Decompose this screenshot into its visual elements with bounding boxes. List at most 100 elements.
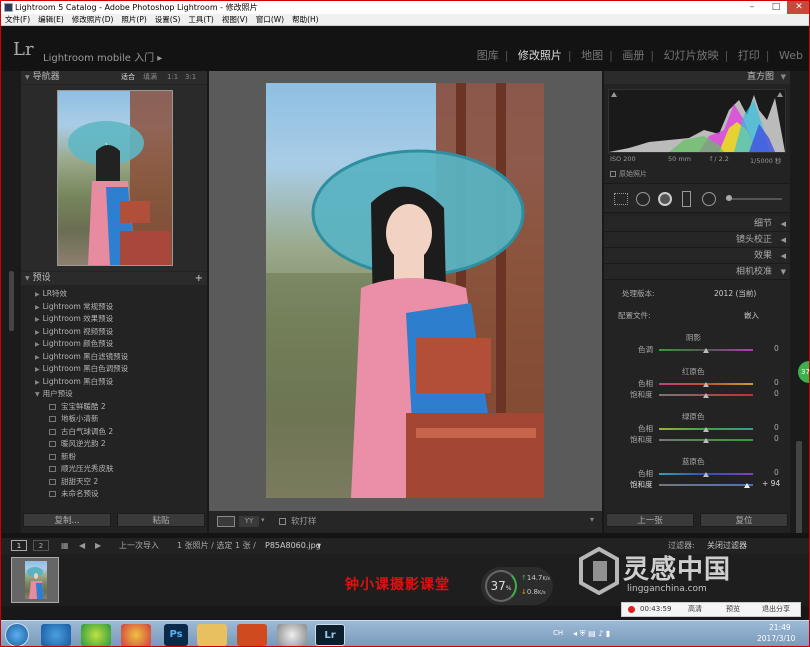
close-button[interactable]: ✕ — [787, 1, 809, 14]
original-photo-toggle[interactable]: 原始照片 — [610, 169, 647, 179]
grid-view-icon[interactable]: ▦ — [61, 538, 69, 554]
zoom-1-1[interactable]: 1:1 — [167, 71, 178, 84]
browser-taskbar-icon[interactable] — [121, 624, 151, 646]
module-develop[interactable]: 修改照片 — [518, 49, 562, 62]
user-preset[interactable]: 未命名预设 — [25, 488, 203, 501]
blue-hue-value[interactable]: 0 — [774, 468, 779, 477]
tray-arrow-icon[interactable]: ◂ — [573, 629, 577, 638]
navigator-header[interactable]: ▼ 导航器 适合 填满 1:1 3:1 — [21, 71, 207, 84]
user-preset[interactable]: 甜甜天空 2 — [25, 476, 203, 489]
ie-taskbar-icon[interactable] — [41, 624, 71, 646]
softproof-checkbox[interactable] — [279, 518, 286, 525]
forward-arrow-icon[interactable]: ▶ — [95, 538, 101, 554]
red-eye-icon[interactable] — [658, 192, 672, 206]
graduated-filter-icon[interactable] — [682, 191, 691, 207]
preset-folder[interactable]: ▶ LR特效 — [25, 288, 203, 301]
source-label[interactable]: 上一次导入 — [119, 538, 159, 554]
add-preset-icon[interactable]: + — [195, 272, 203, 285]
adjustment-brush-slider[interactable] — [726, 198, 782, 200]
tray-volume-icon[interactable]: ♪ — [598, 629, 603, 638]
zoom-3-1[interactable]: 3:1 — [185, 71, 196, 84]
start-button[interactable] — [5, 623, 29, 646]
green-hue-thumb[interactable] — [703, 427, 709, 432]
display-1-button[interactable]: 1 — [11, 540, 27, 551]
minimize-button[interactable]: – — [741, 1, 763, 14]
preset-folder[interactable]: ▶ Lightroom 颜色预设 — [25, 338, 203, 351]
preset-folder[interactable]: ▶ Lightroom 视频预设 — [25, 326, 203, 339]
menu-view[interactable]: 视图(V) — [218, 14, 252, 26]
histogram[interactable] — [608, 89, 786, 153]
maximize-button[interactable]: □ — [765, 1, 787, 14]
user-preset[interactable]: 暖风逆光韵 2 — [25, 438, 203, 451]
highlight-clipping-icon[interactable] — [777, 92, 783, 97]
display-2-button[interactable]: 2 — [33, 540, 49, 551]
system-monitor-widget[interactable]: 37% ↑14.7K/s ↓0.8K/s — [481, 567, 553, 605]
menu-photo[interactable]: 照片(P) — [117, 14, 150, 26]
preset-folder[interactable]: ▶ Lightroom 常规预设 — [25, 301, 203, 314]
toolbar-menu-icon[interactable]: ▾ — [590, 515, 594, 524]
powerpoint-taskbar-icon[interactable] — [237, 624, 267, 646]
red-hue-thumb[interactable] — [703, 382, 709, 387]
tray-security-icon[interactable]: ⛨ — [580, 629, 586, 638]
user-preset[interactable]: 顺光压光秀皮肤 — [25, 463, 203, 476]
section-camera-calibration[interactable]: 相机校准 ▼ — [604, 264, 790, 280]
histogram-header[interactable]: 直方图 ▼ — [604, 71, 790, 84]
process-version-select[interactable]: 2012 (当前) — [714, 288, 756, 299]
blue-saturation-slider[interactable] — [659, 484, 753, 486]
crop-tool-icon[interactable] — [614, 193, 628, 205]
recorder-exit-button[interactable]: 退出分享 — [762, 603, 790, 616]
menu-develop[interactable]: 修改照片(D) — [68, 14, 118, 26]
menu-tools[interactable]: 工具(T) — [184, 14, 217, 26]
tray-power-icon[interactable]: ▮ — [606, 629, 610, 638]
section-detail[interactable]: 细节 ◀ — [604, 216, 790, 232]
photoshop-taskbar-icon[interactable]: Ps — [164, 624, 188, 646]
green-saturation-value[interactable]: 0 — [774, 434, 779, 443]
view-dropdown-icon[interactable]: ▾ — [261, 516, 265, 524]
lightroom-taskbar-icon[interactable]: Lr — [315, 624, 345, 646]
previous-button[interactable]: 上一张 — [606, 513, 694, 527]
section-effects[interactable]: 效果 ◀ — [604, 248, 790, 264]
spot-removal-icon[interactable] — [636, 192, 650, 206]
menu-help[interactable]: 帮助(H) — [288, 14, 323, 26]
green-saturation-thumb[interactable] — [703, 438, 709, 443]
module-book[interactable]: 画册 — [622, 49, 644, 62]
webcam-taskbar-icon[interactable] — [277, 624, 307, 646]
preset-folder[interactable]: ▶ Lightroom 黑白预设 — [25, 376, 203, 389]
red-saturation-thumb[interactable] — [703, 393, 709, 398]
module-library[interactable]: 图库 — [477, 49, 499, 62]
shadow-tint-thumb[interactable] — [703, 348, 709, 353]
preset-folder[interactable]: ▶ Lightroom 效果预设 — [25, 313, 203, 326]
back-arrow-icon[interactable]: ◀ — [79, 538, 85, 554]
clock-time[interactable]: 21:49 — [769, 623, 791, 632]
navigator-thumbnail[interactable] — [57, 90, 173, 266]
reset-button[interactable]: 复位 — [700, 513, 788, 527]
main-photo[interactable] — [266, 83, 544, 498]
mobile-getting-started[interactable]: Lightroom mobile 入门 ▸ — [43, 49, 162, 64]
recorder-quality-button[interactable]: 高清 — [688, 603, 702, 616]
tray-network-icon[interactable]: ▤ — [588, 629, 596, 638]
paste-settings-button[interactable]: 粘贴 — [117, 513, 205, 527]
user-preset[interactable]: 新粉 — [25, 451, 203, 464]
explorer-taskbar-icon[interactable] — [197, 624, 227, 646]
filename-dropdown-icon[interactable]: ▾ — [317, 538, 321, 554]
loupe-view-icon[interactable] — [217, 516, 235, 527]
presets-header[interactable]: ▼ 预设 + — [21, 272, 207, 285]
side-floating-badge[interactable]: 37 — [798, 361, 809, 383]
adjustment-brush-icon[interactable] — [726, 195, 732, 201]
zoom-fill[interactable]: 填满 — [143, 71, 157, 84]
current-filename[interactable]: P85A8060.jpg — [265, 538, 321, 554]
blue-saturation-thumb[interactable] — [744, 483, 750, 488]
user-preset[interactable]: 宝宝鲜暖酷 2 — [25, 401, 203, 414]
module-map[interactable]: 地图 — [581, 49, 603, 62]
preset-folder-user[interactable]: ▼ 用户预设 — [25, 388, 203, 401]
system-tray[interactable]: ◂ ⛨ ▤ ♪ ▮ — [573, 629, 693, 641]
copy-settings-button[interactable]: 复制... — [23, 513, 111, 527]
before-after-view-button[interactable]: YY — [239, 516, 259, 527]
module-web[interactable]: Web — [779, 49, 803, 62]
menu-file[interactable]: 文件(F) — [1, 14, 34, 26]
module-slideshow[interactable]: 幻灯片放映 — [664, 49, 719, 62]
clock-date[interactable]: 2017/3/10 — [757, 634, 795, 643]
menu-settings[interactable]: 设置(S) — [151, 14, 185, 26]
original-photo-checkbox[interactable] — [610, 171, 616, 177]
filmstrip-thumbnail[interactable] — [11, 557, 59, 603]
